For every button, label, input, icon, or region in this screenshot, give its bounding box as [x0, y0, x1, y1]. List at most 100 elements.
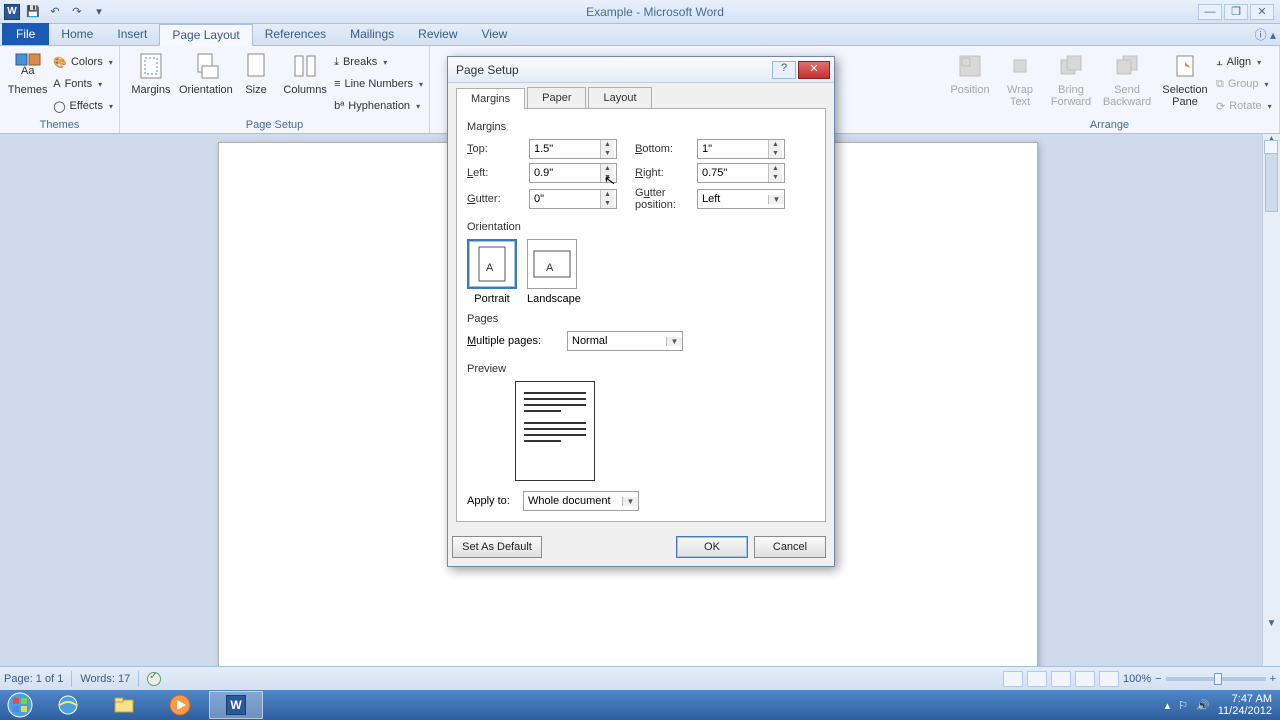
multiple-pages-combo[interactable]: Normal▼	[567, 331, 683, 351]
orientation-button[interactable]: Orientation	[180, 48, 232, 114]
theme-fonts-button[interactable]: AFonts	[53, 74, 113, 94]
view-web-layout-button[interactable]	[1051, 671, 1071, 687]
dialog-close-button[interactable]: ✕	[798, 61, 830, 79]
line-numbers-button[interactable]: ≡Line Numbers	[334, 74, 423, 94]
spinner-up-icon[interactable]: ▲	[601, 140, 614, 149]
theme-colors-button[interactable]: 🎨Colors	[53, 52, 113, 72]
word-app-icon: W	[4, 4, 20, 20]
gutter-position-combo[interactable]: Left▼	[697, 189, 785, 209]
tab-home[interactable]: Home	[49, 23, 105, 45]
status-words[interactable]: Words: 17	[80, 673, 130, 685]
hyphenation-button[interactable]: bªHyphenation	[334, 96, 423, 116]
tab-references[interactable]: References	[253, 23, 338, 45]
rotate-icon: ⟳	[1216, 100, 1225, 113]
taskbar-explorer-button[interactable]	[97, 691, 151, 719]
margin-bottom-label: Bottom:	[617, 143, 697, 155]
group-page-setup: Margins Orientation Size Columns ⤓Breaks…	[120, 46, 430, 133]
undo-icon[interactable]: ↶	[46, 3, 64, 21]
restore-button[interactable]: ❐	[1224, 4, 1248, 20]
tray-show-hidden-icon[interactable]: ▴	[1165, 699, 1171, 712]
close-button[interactable]: ✕	[1250, 4, 1274, 20]
zoom-out-button[interactable]: −	[1155, 673, 1161, 685]
orientation-landscape[interactable]: A Landscape	[527, 239, 581, 305]
zoom-level[interactable]: 100%	[1123, 673, 1151, 685]
view-full-screen-button[interactable]	[1027, 671, 1047, 687]
bring-forward-button[interactable]: Bring Forward	[1046, 48, 1096, 114]
qat-customize-icon[interactable]: ▾	[90, 3, 108, 21]
tab-mailings[interactable]: Mailings	[338, 23, 406, 45]
dialog-help-button[interactable]: ?	[772, 61, 796, 79]
zoom-slider-knob[interactable]	[1214, 673, 1222, 685]
themes-button[interactable]: Aa Themes	[6, 48, 49, 114]
dialog-tab-layout[interactable]: Layout	[588, 87, 651, 108]
orientation-portrait[interactable]: A Portrait	[467, 239, 517, 305]
taskbar-media-player-button[interactable]	[153, 691, 207, 719]
ribbon-help-icon[interactable]: ⓘ ▴	[1255, 26, 1276, 43]
rotate-button[interactable]: ⟳Rotate	[1216, 96, 1272, 116]
zoom-in-button[interactable]: +	[1270, 673, 1276, 685]
selection-pane-button[interactable]: Selection Pane	[1158, 48, 1212, 114]
save-icon[interactable]: 💾	[24, 3, 42, 21]
status-page[interactable]: Page: 1 of 1	[4, 673, 63, 685]
svg-text:A: A	[486, 262, 494, 274]
taskbar-ie-button[interactable]	[41, 691, 95, 719]
chevron-down-icon[interactable]: ▼	[768, 195, 784, 204]
tab-review[interactable]: Review	[406, 23, 469, 45]
theme-effects-button[interactable]: ◯Effects	[53, 96, 113, 116]
start-button[interactable]	[0, 690, 40, 720]
scroll-down-icon[interactable]: ▼	[1263, 618, 1280, 634]
ok-button[interactable]: OK	[676, 536, 748, 558]
tray-volume-icon[interactable]: 🔊	[1196, 699, 1210, 712]
margin-right-input[interactable]: ▲▼	[697, 163, 785, 183]
chevron-down-icon[interactable]: ▼	[666, 337, 682, 346]
file-tab[interactable]: File	[2, 23, 49, 45]
dialog-title: Page Setup	[452, 63, 772, 77]
dialog-tab-margins[interactable]: Margins	[456, 88, 525, 109]
chevron-down-icon[interactable]: ▼	[622, 497, 638, 506]
group-label: Page Setup	[126, 117, 423, 133]
columns-button[interactable]: Columns	[280, 48, 330, 114]
breaks-button[interactable]: ⤓Breaks	[334, 52, 423, 72]
margin-left-input[interactable]: ▲▼	[529, 163, 617, 183]
margin-bottom-input[interactable]: ▲▼	[697, 139, 785, 159]
margins-icon	[137, 52, 165, 80]
zoom-slider[interactable]	[1166, 677, 1266, 681]
dialog-titlebar[interactable]: Page Setup ? ✕	[448, 57, 834, 83]
vertical-scrollbar[interactable]: ▲ ▼	[1262, 134, 1280, 666]
tray-flag-icon[interactable]: ⚐	[1178, 699, 1188, 712]
gutter-input[interactable]: ▲▼	[529, 189, 617, 209]
cancel-button[interactable]: Cancel	[754, 536, 826, 558]
taskbar-word-button[interactable]: W	[209, 691, 263, 719]
spellcheck-status-icon[interactable]	[147, 672, 161, 686]
margins-button[interactable]: Margins	[126, 48, 176, 114]
taskbar: W ▴ ⚐ 🔊 7:47 AM 11/24/2012	[0, 690, 1280, 720]
dialog-tab-paper[interactable]: Paper	[527, 87, 586, 108]
redo-icon[interactable]: ↷	[68, 3, 86, 21]
size-button[interactable]: Size	[236, 48, 276, 114]
apply-to-combo[interactable]: Whole document▼	[523, 491, 639, 511]
wrap-text-button[interactable]: Wrap Text	[998, 48, 1042, 114]
scrollbar-thumb[interactable]	[1265, 152, 1278, 212]
margin-right-label: Right:	[617, 167, 697, 179]
set-as-default-button[interactable]: Set As Default	[452, 536, 542, 558]
position-button[interactable]: Position	[946, 48, 994, 114]
tab-page-layout[interactable]: Page Layout	[159, 24, 252, 46]
view-outline-button[interactable]	[1075, 671, 1095, 687]
group-button[interactable]: ⧉Group	[1216, 74, 1272, 94]
dialog-tabs: Margins Paper Layout	[456, 87, 826, 109]
margin-top-input[interactable]: ▲▼	[529, 139, 617, 159]
system-tray: ▴ ⚐ 🔊 7:47 AM 11/24/2012	[1165, 693, 1280, 717]
align-button[interactable]: ⫠Align	[1216, 52, 1272, 72]
ruler-toggle-button[interactable]	[1264, 140, 1278, 154]
spinner-down-icon[interactable]: ▼	[601, 149, 614, 158]
tab-view[interactable]: View	[470, 23, 520, 45]
view-draft-button[interactable]	[1099, 671, 1119, 687]
send-backward-button[interactable]: Send Backward	[1100, 48, 1154, 114]
dialog-tab-pane: Margins Top: ▲▼ Bottom: ▲▼ Left: ▲▼ Righ…	[456, 109, 826, 522]
minimize-button[interactable]: —	[1198, 4, 1222, 20]
orientation-section-label: Orientation	[467, 221, 815, 233]
send-backward-icon	[1113, 52, 1141, 80]
tray-clock[interactable]: 7:47 AM 11/24/2012	[1218, 693, 1272, 717]
view-print-layout-button[interactable]	[1003, 671, 1023, 687]
tab-insert[interactable]: Insert	[105, 23, 159, 45]
